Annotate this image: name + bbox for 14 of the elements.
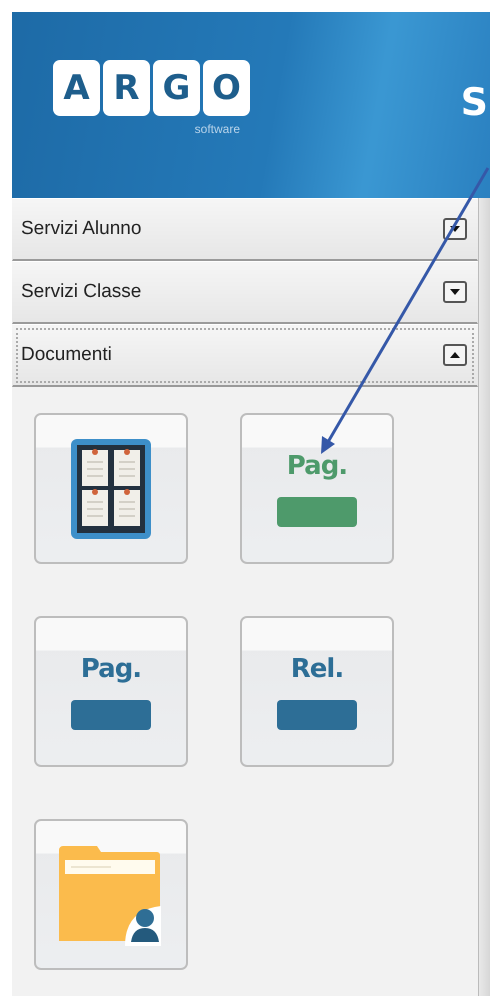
tile-button[interactable] — [34, 413, 188, 564]
accordion-header[interactable]: Documenti — [12, 324, 478, 387]
accordion-header[interactable]: Servizi Alunno — [12, 198, 478, 261]
header-title: S — [460, 80, 488, 124]
scrollbar[interactable] — [478, 198, 490, 996]
logo: A R G O software — [53, 60, 250, 138]
tile-button[interactable]: Pag. — [34, 616, 188, 767]
expand-icon[interactable] — [443, 281, 467, 303]
folder-user-icon — [59, 844, 163, 946]
tile-button[interactable] — [34, 819, 188, 970]
noticeboard-icon — [70, 438, 152, 540]
tile-button[interactable]: Rel. — [240, 616, 394, 767]
accordion-header[interactable]: Servizi Classe — [12, 261, 478, 324]
collapse-icon[interactable] — [443, 344, 467, 366]
